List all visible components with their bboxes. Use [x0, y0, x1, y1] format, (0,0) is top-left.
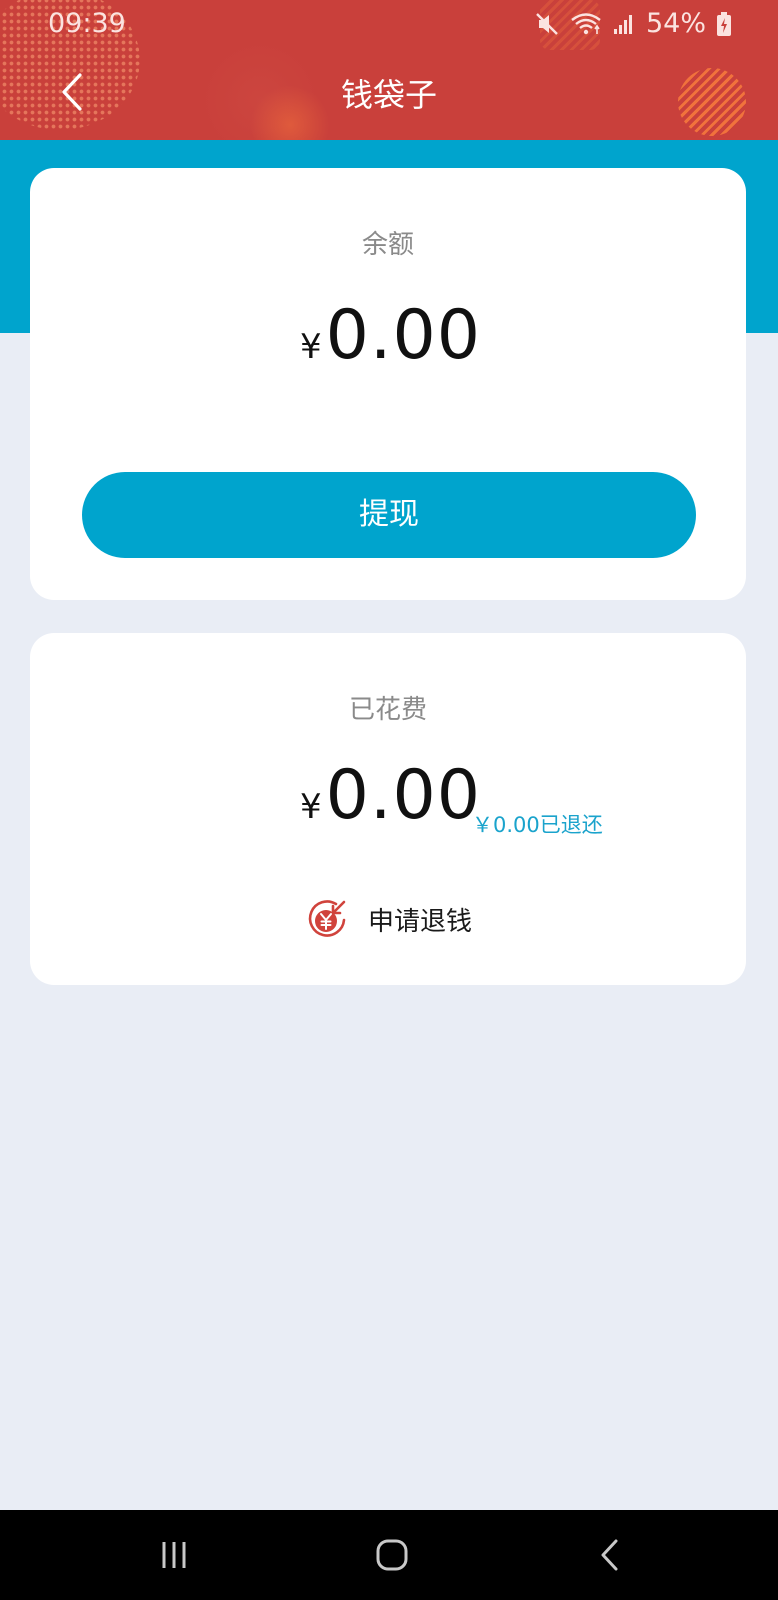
spent-value: 0.00 [325, 756, 482, 835]
battery-percent: 54% [645, 8, 706, 39]
back-icon [601, 1539, 618, 1571]
currency-symbol: ¥ [300, 787, 322, 827]
spent-label: 已花费 [348, 695, 427, 725]
apply-refund-link[interactable]: 申请退钱 [306, 898, 472, 940]
nav-bar: 钱袋子 [0, 56, 778, 128]
refunded-note: ￥0.00已退还 [472, 813, 603, 837]
home-icon [376, 1539, 408, 1571]
header: 09:39 54% 钱袋子 [0, 0, 778, 140]
apply-refund-label: 申请退钱 [368, 906, 473, 937]
refund-yen-icon [308, 900, 346, 937]
status-bar: 09:39 54% [0, 0, 778, 50]
status-icons: 54% [534, 8, 732, 39]
home-button[interactable] [367, 1532, 417, 1578]
signal-icon [612, 12, 636, 36]
page-title: 钱袋子 [340, 76, 437, 114]
spent-card: 已花费 ¥ 0.00 ￥0.00已退还 申请退钱 [30, 633, 746, 985]
withdraw-button[interactable]: 提现 [82, 472, 696, 558]
balance-amount: ¥ 0.00 [300, 296, 481, 375]
system-back-button[interactable] [585, 1532, 635, 1578]
mute-icon [534, 11, 560, 37]
battery-charging-icon [716, 11, 732, 37]
spent-amount: ¥ 0.00 [300, 756, 481, 835]
balance-label: 余额 [361, 230, 414, 260]
recents-icon [162, 1542, 186, 1568]
screen: 09:39 54% 钱袋子 余额 ¥ 0.00 提现 已花费 ¥ 0.00 ￥0… [0, 0, 778, 1600]
recents-button[interactable] [149, 1532, 199, 1578]
balance-card: 余额 ¥ 0.00 提现 [30, 168, 746, 600]
currency-symbol: ¥ [300, 327, 322, 367]
system-nav-bar [0, 1510, 778, 1600]
status-time: 09:39 [48, 8, 126, 39]
balance-value: 0.00 [325, 296, 482, 375]
wifi-icon [570, 11, 602, 37]
